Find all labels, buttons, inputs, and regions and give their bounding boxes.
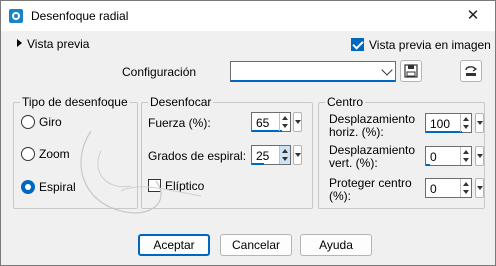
accept-button[interactable]: Aceptar xyxy=(138,234,210,256)
protect-center-value: 0 xyxy=(430,182,437,196)
blur-group-title: Desenfocar xyxy=(148,95,214,109)
save-preset-button[interactable] xyxy=(400,60,422,82)
spiral-degrees-dropdown-button[interactable] xyxy=(293,145,302,165)
strength-value: 65 xyxy=(256,116,270,130)
center-group-title: Centro xyxy=(325,95,366,109)
radio-espiral[interactable] xyxy=(21,180,35,194)
strength-range-bar xyxy=(252,130,282,132)
config-label: Configuración xyxy=(122,65,197,79)
arrow-up-icon xyxy=(463,150,469,154)
dialog-window: Desenfoque radial ✕ Vista previa Vista p… xyxy=(0,0,496,266)
h-offset-input[interactable]: 100 xyxy=(425,113,472,133)
preview-toggle-label: Vista previa xyxy=(27,37,90,51)
close-button[interactable]: ✕ xyxy=(451,1,495,31)
chevron-down-icon xyxy=(477,121,483,125)
title-bar: Desenfoque radial ✕ xyxy=(1,1,495,31)
strength-dropdown-button[interactable] xyxy=(293,112,302,132)
arrow-down-icon xyxy=(463,125,469,129)
strength-input[interactable]: 65 xyxy=(251,112,291,132)
app-icon xyxy=(9,9,23,23)
arrow-up-icon xyxy=(282,149,288,153)
h-offset-range-bar xyxy=(426,131,462,133)
chevron-down-icon xyxy=(295,153,301,157)
reset-defaults-button[interactable] xyxy=(460,60,482,82)
arrow-up-icon xyxy=(463,182,469,186)
spiral-degrees-range-bar xyxy=(252,163,264,165)
v-offset-spinner[interactable] xyxy=(460,147,471,165)
cancel-button[interactable]: Cancelar xyxy=(220,234,292,256)
reset-icon xyxy=(465,66,478,76)
preview-on-image-label: Vista previa en imagen xyxy=(369,38,491,52)
spiral-degrees-value: 25 xyxy=(256,149,270,163)
h-offset-spinner[interactable] xyxy=(460,114,471,132)
spiral-degrees-input[interactable]: 25 xyxy=(251,145,291,165)
arrow-down-icon xyxy=(282,157,288,161)
arrow-up-icon xyxy=(282,116,288,120)
arrow-down-icon xyxy=(463,158,469,162)
chevron-down-icon xyxy=(477,186,483,190)
floppy-disk-icon xyxy=(404,64,418,78)
h-offset-label-line1: Desplazamiento xyxy=(329,112,416,126)
radio-giro[interactable] xyxy=(21,115,35,129)
arrow-up-icon xyxy=(463,117,469,121)
elliptic-checkbox[interactable] xyxy=(148,179,161,192)
v-offset-range-bar xyxy=(426,164,430,166)
arrow-down-icon xyxy=(463,190,469,194)
preview-on-image-checkbox[interactable] xyxy=(351,38,364,51)
chevron-down-icon xyxy=(477,154,483,158)
chevron-down-icon xyxy=(295,120,301,124)
arrow-down-icon xyxy=(282,124,288,128)
blur-type-group-title: Tipo de desenfoque xyxy=(20,95,130,109)
expand-triangle-icon xyxy=(17,39,22,47)
help-button[interactable]: Ayuda xyxy=(300,234,372,256)
spiral-degrees-spinner[interactable] xyxy=(279,146,290,164)
window-title: Desenfoque radial xyxy=(31,9,129,23)
strength-spinner[interactable] xyxy=(279,113,290,131)
h-offset-value: 100 xyxy=(430,117,451,131)
protect-center-spinner[interactable] xyxy=(460,179,471,197)
protect-center-label-line1: Proteger centro xyxy=(329,176,412,190)
spiral-degrees-label: Grados de espiral: xyxy=(148,149,247,163)
radio-giro-label: Giro xyxy=(39,115,62,129)
v-offset-input[interactable]: 0 xyxy=(425,146,472,166)
radio-zoom-label: Zoom xyxy=(39,147,70,161)
h-offset-label-line2: horiz. (%): xyxy=(329,125,384,139)
v-offset-value: 0 xyxy=(430,150,437,164)
v-offset-dropdown-button[interactable] xyxy=(475,146,484,166)
config-combobox[interactable] xyxy=(230,61,396,82)
chevron-down-icon xyxy=(381,64,393,76)
strength-label: Fuerza (%): xyxy=(148,116,211,130)
radio-espiral-label: Espiral xyxy=(39,180,76,194)
protect-center-label-line2: (%): xyxy=(329,189,351,203)
elliptic-label: Elíptico xyxy=(165,179,205,193)
v-offset-label-line1: Desplazamiento xyxy=(329,143,416,157)
protect-center-dropdown-button[interactable] xyxy=(475,178,484,198)
radio-zoom[interactable] xyxy=(21,147,35,161)
v-offset-label-line2: vert. (%): xyxy=(329,156,378,170)
protect-center-input[interactable]: 0 xyxy=(425,178,472,198)
h-offset-dropdown-button[interactable] xyxy=(475,113,484,133)
